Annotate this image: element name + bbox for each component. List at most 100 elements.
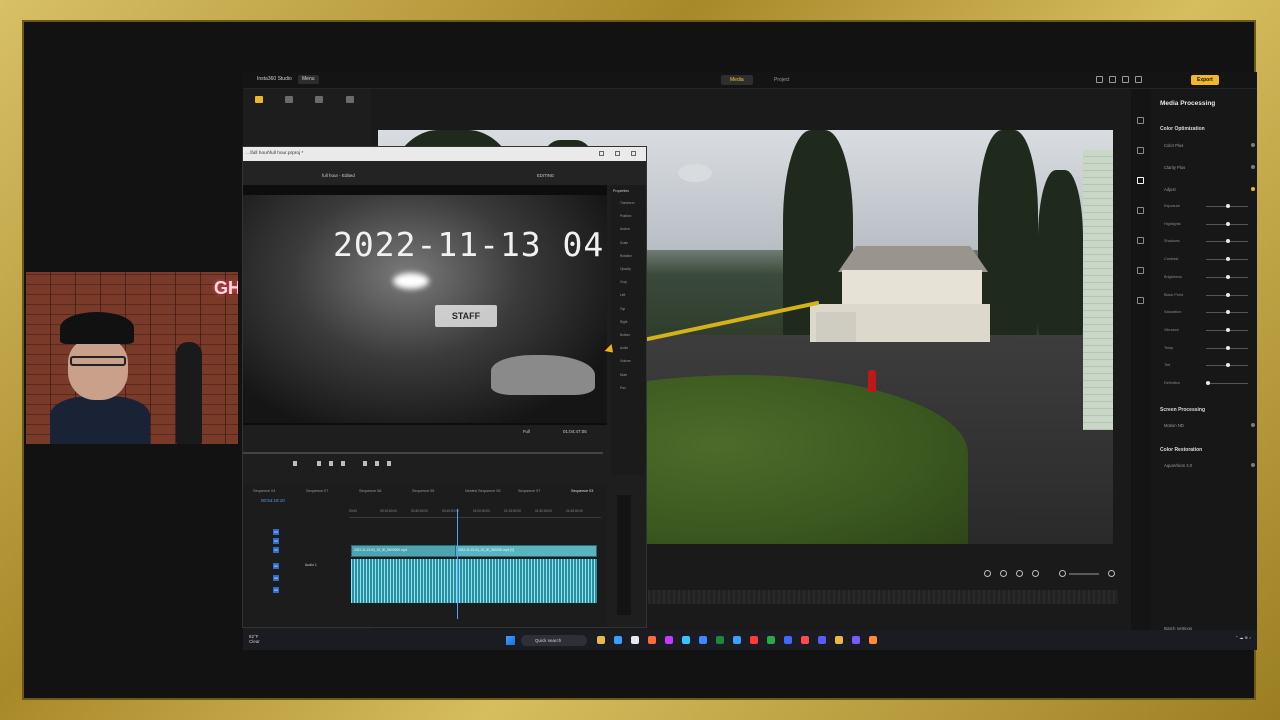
layout-icon[interactable] <box>1096 76 1103 83</box>
adjust-slider[interactable]: Temp <box>1164 345 1254 353</box>
step-back-icon[interactable] <box>317 461 321 466</box>
weather-widget[interactable]: 82°F Clear <box>249 634 260 644</box>
audio-clip[interactable] <box>351 559 597 603</box>
motion-nd-toggle[interactable] <box>1251 423 1255 427</box>
property-item[interactable]: Pan <box>620 386 626 390</box>
premiere-icon[interactable] <box>818 636 826 644</box>
clarity-plus-toggle[interactable] <box>1251 165 1255 169</box>
teams-icon[interactable] <box>682 636 690 644</box>
property-item[interactable]: Mute <box>620 373 627 377</box>
sequence-tab[interactable]: Nested Sequence 05 <box>465 489 500 493</box>
adjust-slider[interactable]: Vibrance <box>1164 327 1254 335</box>
property-item[interactable]: Right <box>620 320 627 324</box>
adjust-slider[interactable]: Saturation <box>1164 309 1254 317</box>
cloud-icon[interactable] <box>315 96 323 103</box>
folder-icon[interactable] <box>255 96 263 103</box>
minimize-icon[interactable] <box>599 151 604 156</box>
spotify-icon[interactable] <box>767 636 775 644</box>
property-item[interactable]: Left <box>620 293 625 297</box>
overwrite-icon[interactable] <box>375 461 379 466</box>
slider-knob[interactable] <box>1226 363 1230 368</box>
property-item[interactable]: Scale <box>620 241 628 245</box>
slider-knob[interactable] <box>1226 292 1230 297</box>
clip-timeline[interactable] <box>648 590 1118 604</box>
audio-tool-icon[interactable] <box>1137 237 1144 244</box>
chrome-icon[interactable] <box>801 636 809 644</box>
export-frame-icon[interactable] <box>387 461 391 466</box>
adjust-slider[interactable]: Exposure <box>1164 203 1254 211</box>
property-item[interactable]: Transform <box>620 201 634 205</box>
workspace-label[interactable]: EDITING <box>537 173 554 178</box>
track-header[interactable]: V1 <box>273 545 343 555</box>
adjust-slider[interactable]: Highlights <box>1164 221 1254 229</box>
reframe-icon[interactable] <box>984 570 991 577</box>
time-ruler[interactable]: 00:00 00:15:00:00 00:30:00:00 00:45:00:00 01… <box>349 509 601 518</box>
slider-knob[interactable] <box>1226 221 1230 226</box>
close-icon[interactable] <box>631 151 636 156</box>
program-scrubber[interactable] <box>243 452 603 454</box>
magic-icon[interactable] <box>1032 570 1039 577</box>
vlc-icon[interactable] <box>835 636 843 644</box>
info-tool-icon[interactable] <box>1137 297 1144 304</box>
track-label[interactable]: V3 <box>273 529 279 535</box>
adjust-slider[interactable]: Black Point <box>1164 292 1254 300</box>
slider-knob[interactable] <box>1226 239 1230 244</box>
adjust-slider[interactable]: Shadows <box>1164 238 1254 246</box>
slider-track[interactable] <box>1206 383 1248 384</box>
slider-knob[interactable] <box>1226 204 1230 208</box>
property-item[interactable]: Top <box>620 307 625 311</box>
edit-icon[interactable] <box>1109 76 1116 83</box>
property-item[interactable]: Bottom <box>620 333 630 337</box>
import-icon[interactable] <box>285 96 293 103</box>
color-plus-toggle[interactable] <box>1251 143 1255 147</box>
adjust-toggle[interactable] <box>1251 187 1255 191</box>
sequence-tab[interactable]: Sequence 03 <box>571 489 593 493</box>
edit-tool-icon[interactable] <box>1137 117 1144 124</box>
export-button[interactable]: Export <box>1191 75 1219 85</box>
insert-icon[interactable] <box>363 461 367 466</box>
sequence-tab[interactable]: Sequence 07 <box>518 489 540 493</box>
play-icon[interactable] <box>329 461 333 466</box>
playhead[interactable] <box>457 509 458 619</box>
keyframe-icon[interactable] <box>1016 570 1023 577</box>
slider-knob[interactable] <box>1206 381 1210 385</box>
property-item[interactable]: Opacity <box>620 267 631 271</box>
property-item[interactable]: Rotation <box>620 254 632 258</box>
maximize-icon[interactable] <box>615 151 620 156</box>
filter-tool-icon[interactable] <box>1137 147 1144 154</box>
property-item[interactable]: Audio <box>620 346 628 350</box>
stabilize-icon[interactable] <box>1000 570 1007 577</box>
file-explorer-icon[interactable] <box>597 636 605 644</box>
tab-media[interactable]: Media <box>721 75 753 85</box>
slider-knob[interactable] <box>1226 310 1230 315</box>
track-header[interactable]: A3 <box>273 585 343 595</box>
store-icon[interactable] <box>631 636 639 644</box>
track-label[interactable]: V1 <box>273 547 279 553</box>
user-icon[interactable] <box>1135 76 1142 83</box>
step-forward-icon[interactable] <box>341 461 345 466</box>
property-item[interactable]: Volume <box>620 359 631 363</box>
device-icon[interactable] <box>346 96 354 103</box>
track-label[interactable]: A2 <box>273 575 279 581</box>
mail-icon[interactable] <box>699 636 707 644</box>
property-item[interactable]: Crop <box>620 280 627 284</box>
sequence-tab[interactable]: Sequence 05 <box>412 489 434 493</box>
aquavision-toggle[interactable] <box>1251 463 1255 467</box>
slider-knob[interactable] <box>1226 327 1230 332</box>
zoom-out-icon[interactable] <box>1059 570 1066 577</box>
sequence-tab[interactable]: Sequence 04 <box>253 489 275 493</box>
app-icon[interactable] <box>665 636 673 644</box>
track-label[interactable]: A1 <box>273 563 279 569</box>
adjust-slider[interactable]: Contrast <box>1164 256 1254 264</box>
system-tray[interactable]: ⌃ ☁ ⊕ ♪ <box>1235 635 1251 640</box>
video-clip[interactable]: 2022-11-13-04_15_00_N00000.mp4 [V] <box>455 545 597 557</box>
slider-knob[interactable] <box>1226 345 1230 350</box>
adjust-slider[interactable]: Brightness <box>1164 274 1254 282</box>
adjust-slider[interactable]: Tint <box>1164 362 1254 370</box>
opera-icon[interactable] <box>750 636 758 644</box>
track-header[interactable]: A2 <box>273 573 343 583</box>
taskbar-search[interactable]: Quick search <box>521 635 587 646</box>
firefox-icon[interactable] <box>648 636 656 644</box>
export-tool-icon[interactable] <box>1137 267 1144 274</box>
track-label[interactable]: A3 <box>273 587 279 593</box>
